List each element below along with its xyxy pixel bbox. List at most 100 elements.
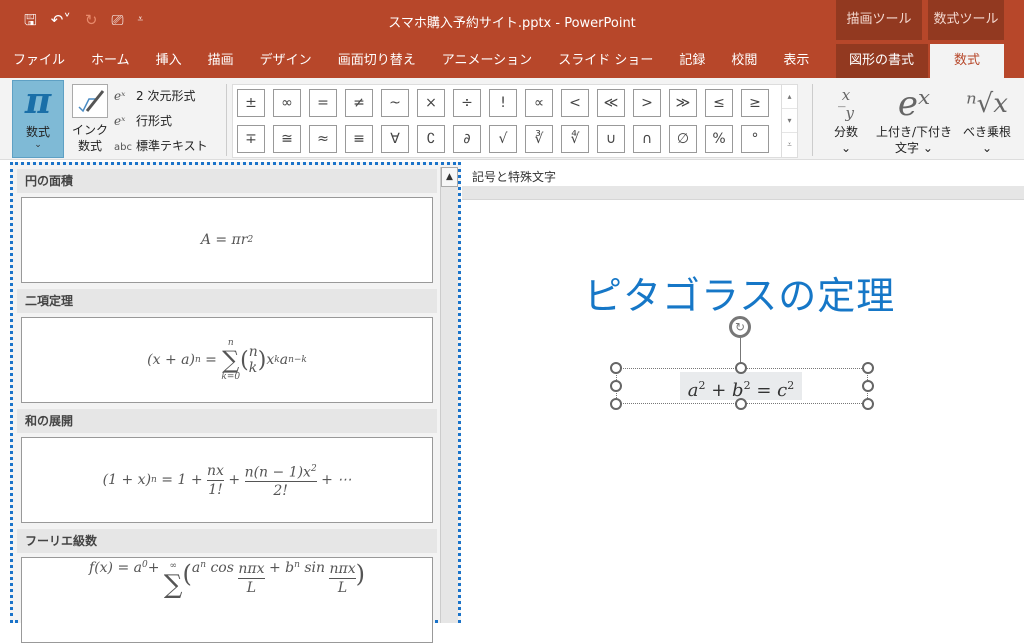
chevron-down-icon: ⌄ bbox=[840, 141, 852, 155]
gallery-item-expansion-of-sum[interactable]: 和の展開 (1 + x) n = 1 + nx 1! + n(n − 1)x2 2! … bbox=[17, 409, 437, 523]
symbol-button[interactable]: ∩ bbox=[633, 125, 661, 153]
separator bbox=[812, 84, 813, 156]
tab-view[interactable]: 表示 bbox=[770, 44, 822, 78]
equation-button-label: 数式 bbox=[25, 125, 50, 139]
normal-text-button[interactable]: abc 標準テキスト bbox=[114, 134, 208, 159]
gallery-item-formula: (x + a) n = n ∑ k=0(n k) x k a n−k bbox=[21, 317, 433, 403]
symbol-button[interactable]: × bbox=[417, 89, 445, 117]
professional-format-button[interactable]: eˣ 2 次元形式 bbox=[114, 84, 208, 109]
rotate-handle[interactable]: ↻ bbox=[729, 316, 751, 338]
gallery-item-formula: A = πr 2 bbox=[21, 197, 433, 283]
format-options: eˣ 2 次元形式 eˣ 行形式 abc 標準テキスト bbox=[114, 84, 208, 159]
symbol-button[interactable]: = bbox=[309, 89, 337, 117]
context-group-equation-tools: 数式ツール bbox=[928, 0, 1004, 40]
symbol-button[interactable]: < bbox=[561, 89, 589, 117]
context-group-drawing-tools: 描画ツール bbox=[836, 0, 922, 40]
chevron-down-icon: ⌄ bbox=[34, 140, 42, 150]
script-button[interactable]: eˣ 上付き/下付き 文字 ⌄ bbox=[870, 84, 958, 156]
symbols-gallery: ± ∞ = ≠ ~ × ÷! ∝ < ≪ > ≫ ≤ ≥ ∓ ≅ ≈ ≡ ∀ ∁ ∂ √ ∛ ∜ ∪ ∩ ∅% ° ▴ ▾ ⩡ bbox=[232, 84, 798, 158]
symbol-button[interactable]: ≡ bbox=[345, 125, 373, 153]
symbol-button[interactable]: √ bbox=[489, 125, 517, 153]
gallery-item-binomial-theorem[interactable]: 二項定理 (x + a) n = n ∑ k=0(n k) x k a n−k bbox=[17, 289, 437, 403]
fraction-button[interactable]: x ‾y 分数 ⌄ bbox=[826, 84, 866, 156]
gallery-item-fourier-series[interactable]: フーリエ級数 f(x) = a0 + ∞ ∑(a n cos nπx L + bn s… bbox=[17, 529, 437, 643]
tab-equation[interactable]: 数式 bbox=[930, 44, 1004, 78]
tab-insert[interactable]: 挿入 bbox=[143, 44, 195, 78]
symbol-button[interactable]: ∜ bbox=[561, 125, 589, 153]
normal-text-icon: abc bbox=[114, 142, 132, 153]
symbol-button[interactable]: ÷ bbox=[453, 89, 481, 117]
gallery-item-formula: (1 + x) n = 1 + nx 1! + n(n − 1)x2 2! + ⋯ bbox=[21, 437, 433, 523]
ink-equation-button[interactable]: インク 数式 bbox=[68, 84, 112, 154]
resize-handle[interactable] bbox=[862, 398, 874, 410]
symbol-button[interactable]: ~ bbox=[381, 89, 409, 117]
symbol-button[interactable]: ! bbox=[489, 89, 517, 117]
gallery-item-title: 円の面積 bbox=[17, 169, 437, 193]
symbol-button[interactable]: ∅ bbox=[669, 125, 697, 153]
symbol-button[interactable]: ∀ bbox=[381, 125, 409, 153]
symbol-button[interactable]: > bbox=[633, 89, 661, 117]
separator bbox=[226, 84, 227, 156]
symbol-button[interactable]: ° bbox=[741, 125, 769, 153]
tab-transitions[interactable]: 画面切り替え bbox=[325, 44, 429, 78]
gallery-scrollbar[interactable]: ▴ ▾ ⩡ bbox=[781, 85, 797, 157]
gallery-vertical-scrollbar[interactable]: ▲ bbox=[440, 167, 458, 623]
resize-handle[interactable] bbox=[735, 362, 747, 374]
radical-icon: ⁿ√x bbox=[966, 89, 1008, 119]
equation-gallery-dropdown: 円の面積 A = πr 2 二項定理 (x + a) n = n ∑ k=0(n k) x k… bbox=[10, 162, 461, 643]
tab-shape-format[interactable]: 図形の書式 bbox=[836, 44, 928, 78]
symbol-button[interactable]: ≤ bbox=[705, 89, 733, 117]
tab-slideshow[interactable]: スライド ショー bbox=[545, 44, 666, 78]
gallery-item-title: 和の展開 bbox=[17, 409, 437, 433]
slide-equation[interactable]: a2 + b2 = c2 bbox=[680, 372, 802, 401]
resize-handle[interactable] bbox=[610, 362, 622, 374]
symbol-button[interactable]: ≈ bbox=[309, 125, 337, 153]
tab-record[interactable]: 記録 bbox=[666, 44, 718, 78]
ribbon-tabs: ファイル ホーム 挿入 描画 デザイン 画面切り替え アニメーション スライド … bbox=[0, 44, 1024, 78]
linear-format-button[interactable]: eˣ 行形式 bbox=[114, 109, 208, 134]
slide-canvas[interactable] bbox=[462, 200, 1024, 623]
gallery-more[interactable]: ⩡ bbox=[782, 133, 797, 157]
ink-equation-icon bbox=[72, 84, 108, 118]
symbol-button[interactable]: ≥ bbox=[741, 89, 769, 117]
symbol-button[interactable]: ∝ bbox=[525, 89, 553, 117]
equation-button[interactable]: π 数式 ⌄ bbox=[12, 80, 64, 158]
symbol-button[interactable]: ∛ bbox=[525, 125, 553, 153]
resize-handle[interactable] bbox=[862, 362, 874, 374]
linear-format-icon: eˣ bbox=[114, 114, 126, 128]
radical-button[interactable]: ⁿ√x べき乗根 ⌄ bbox=[960, 84, 1014, 156]
scroll-up-arrow-icon[interactable]: ▲ bbox=[441, 167, 458, 187]
symbol-button[interactable]: ≠ bbox=[345, 89, 373, 117]
tab-design[interactable]: デザイン bbox=[247, 44, 325, 78]
resize-handle[interactable] bbox=[735, 398, 747, 410]
symbol-button[interactable]: ≪ bbox=[597, 89, 625, 117]
symbol-button[interactable]: ∓ bbox=[237, 125, 265, 153]
symbol-button[interactable]: ∪ bbox=[597, 125, 625, 153]
gallery-scroll-down[interactable]: ▾ bbox=[782, 109, 797, 133]
professional-format-icon: eˣ bbox=[114, 89, 126, 103]
fraction-icon: x ‾y bbox=[838, 86, 854, 122]
symbol-button[interactable]: ≅ bbox=[273, 125, 301, 153]
symbol-button[interactable]: % bbox=[705, 125, 733, 153]
tab-review[interactable]: 校閲 bbox=[718, 44, 770, 78]
ribbon: π 数式 ⌄ インク 数式 eˣ 2 次元形式 eˣ 行形式 abc 標準テキスト ±… bbox=[0, 78, 1024, 160]
symbol-button[interactable]: ± bbox=[237, 89, 265, 117]
resize-handle[interactable] bbox=[610, 398, 622, 410]
gallery-scroll-up[interactable]: ▴ bbox=[782, 85, 797, 109]
ink-label-1: インク bbox=[71, 123, 108, 137]
ink-label-2: 数式 bbox=[77, 139, 102, 153]
symbol-button[interactable]: ∂ bbox=[453, 125, 481, 153]
symbol-button[interactable]: ∞ bbox=[273, 89, 301, 117]
symbol-button[interactable]: ∁ bbox=[417, 125, 445, 153]
tab-draw[interactable]: 描画 bbox=[195, 44, 247, 78]
symbols-group-label: 記号と特殊文字 bbox=[472, 170, 557, 184]
gallery-item-circle-area[interactable]: 円の面積 A = πr 2 bbox=[17, 169, 437, 283]
resize-handle[interactable] bbox=[862, 380, 874, 392]
gallery-item-title: フーリエ級数 bbox=[17, 529, 437, 553]
symbol-button[interactable]: ≫ bbox=[669, 89, 697, 117]
slide-title[interactable]: ピタゴラスの定理 bbox=[584, 265, 895, 320]
resize-handle[interactable] bbox=[610, 380, 622, 392]
tab-file[interactable]: ファイル bbox=[0, 44, 78, 78]
tab-home[interactable]: ホーム bbox=[78, 44, 143, 78]
tab-animations[interactable]: アニメーション bbox=[429, 44, 545, 78]
